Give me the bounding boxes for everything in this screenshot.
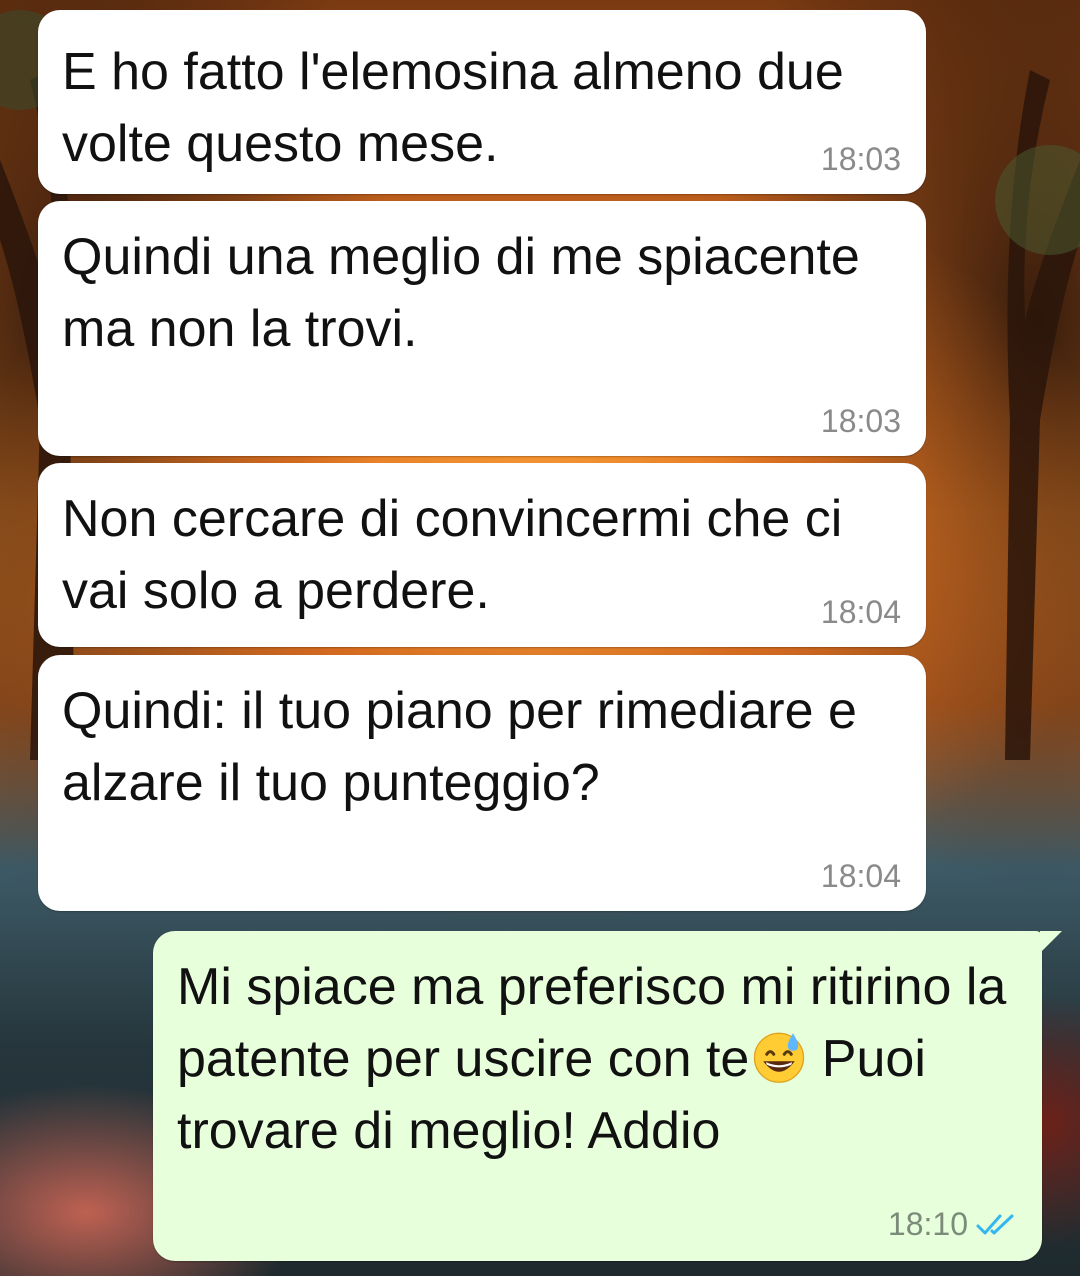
message-text: Mi spiace ma preferisco mi ritirino la p… — [177, 951, 1022, 1167]
message-timestamp: 18:04 — [820, 594, 901, 630]
message-text: Non cercare di convincermi che ci vai so… — [62, 490, 857, 620]
message-meta: 18:10 — [888, 1206, 1020, 1243]
message-text: Quindi: il tuo piano per rimediare e alz… — [62, 682, 872, 812]
grinning-face-with-sweat-icon — [754, 1032, 805, 1083]
double-check-read-icon — [976, 1214, 1014, 1234]
message-bubble-outgoing[interactable]: Mi spiace ma preferisco mi ritirino la p… — [153, 931, 1062, 1261]
message-text: Quindi una meglio di me spiacente ma non… — [62, 228, 875, 358]
message-timestamp: 18:03 — [820, 403, 901, 439]
message-timestamp: 18:04 — [820, 858, 901, 894]
message-timestamp: 18:03 — [820, 141, 901, 177]
message-timestamp: 18:10 — [887, 1206, 968, 1242]
message-bubble-incoming[interactable]: Non cercare di convincermi che ci vai so… — [38, 463, 926, 647]
wallpaper-tree-right — [995, 70, 1080, 760]
message-text: E ho fatto l'elemosina almeno due volte … — [62, 43, 859, 173]
message-bubble-incoming[interactable]: E ho fatto l'elemosina almeno due volte … — [38, 10, 926, 194]
message-bubble-incoming[interactable]: Quindi: il tuo piano per rimediare e alz… — [38, 655, 926, 911]
message-bubble-incoming[interactable]: Quindi una meglio di me spiacente ma non… — [38, 201, 926, 456]
